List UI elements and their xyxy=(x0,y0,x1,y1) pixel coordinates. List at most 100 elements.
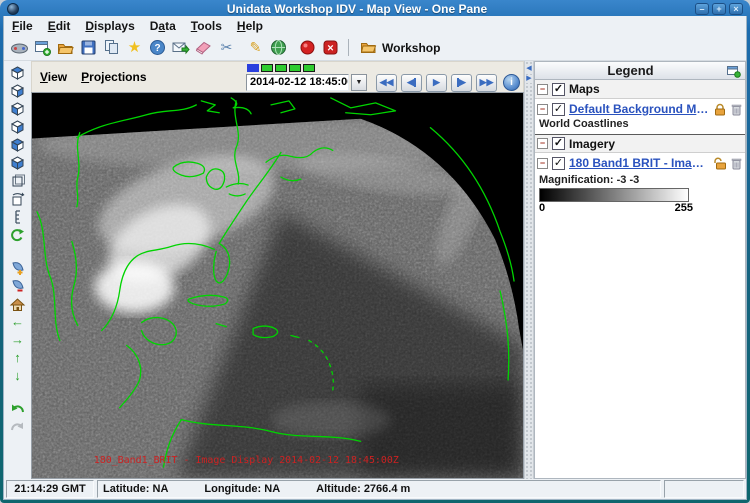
svg-text:×: × xyxy=(327,43,333,55)
support-mail-icon[interactable] xyxy=(170,37,191,58)
legend-title: Legend xyxy=(535,63,726,78)
maps-visibility-checkbox[interactable]: ✓ xyxy=(552,83,565,96)
step-forward-button[interactable]: ▶ xyxy=(451,74,472,92)
window-title: Unidata Workshop IDV - Map View - One Pa… xyxy=(19,2,695,16)
time-step[interactable] xyxy=(275,64,287,72)
main-toolbar: ★ ? ✂ ✎ × Workshop xyxy=(4,35,746,61)
magnification-label: Magnification: -3 -3 xyxy=(535,171,745,188)
perspective-view-icon[interactable] xyxy=(8,172,27,189)
step-back-button[interactable]: ◀ xyxy=(401,74,422,92)
menu-tools[interactable]: Tools xyxy=(191,19,222,33)
time-step[interactable] xyxy=(247,64,259,72)
menu-help[interactable]: Help xyxy=(237,19,263,33)
expand-legend-icon[interactable]: ▶ xyxy=(526,75,531,83)
default-maps-checkbox[interactable]: ✓ xyxy=(552,103,565,116)
rotate-view-icon[interactable] xyxy=(8,190,27,207)
eraser-icon[interactable] xyxy=(193,37,214,58)
float-legend-icon[interactable] xyxy=(726,64,742,78)
pan-left-icon[interactable]: ← xyxy=(8,313,27,330)
west-view-icon[interactable] xyxy=(8,154,27,171)
dashboard-icon[interactable] xyxy=(9,37,30,58)
svg-text:?: ? xyxy=(154,43,160,54)
imagery-visibility-checkbox[interactable]: ✓ xyxy=(552,137,565,150)
south-view-icon[interactable] xyxy=(8,136,27,153)
record-icon[interactable] xyxy=(297,37,318,58)
trash-icon[interactable] xyxy=(731,157,742,170)
grayscale-colorbar[interactable] xyxy=(539,188,689,202)
maximize-button[interactable]: + xyxy=(712,3,726,15)
east-view-icon[interactable] xyxy=(8,118,27,135)
legend-panel: Legend − ✓ Maps − ✓ Default Background M… xyxy=(534,61,746,479)
close-button[interactable]: × xyxy=(729,3,743,15)
maps-category-label: Maps xyxy=(569,82,600,96)
bottom-view-icon[interactable] xyxy=(8,82,27,99)
map-canvas[interactable]: 180_Band1_BRIT - Image Display 2014-02-1… xyxy=(31,92,524,479)
map-view-panel: View Projections 2014-02-12 18:45:00Z xyxy=(31,61,524,479)
favorites-star-icon[interactable]: ★ xyxy=(124,37,145,58)
undo-icon[interactable] xyxy=(8,400,27,417)
workshop-folder-icon xyxy=(360,40,377,55)
time-step[interactable] xyxy=(261,64,273,72)
menu-view[interactable]: View xyxy=(40,70,67,84)
band-visibility-checkbox[interactable]: ✓ xyxy=(552,157,565,170)
menu-displays[interactable]: Displays xyxy=(85,19,134,33)
time-select-value[interactable]: 2014-02-12 18:45:00Z xyxy=(246,74,349,91)
legend-splitter[interactable]: ◀ ▶ xyxy=(524,61,534,479)
world-coastlines-label: World Coastlines xyxy=(535,117,745,134)
new-window-icon[interactable] xyxy=(32,37,53,58)
animation-properties-button[interactable]: i xyxy=(503,74,520,91)
toolbar-separator xyxy=(348,39,349,56)
play-button[interactable]: ▶ xyxy=(426,74,447,92)
menu-file[interactable]: File xyxy=(12,19,33,33)
time-dropdown-arrow-icon[interactable]: ▼ xyxy=(351,74,367,91)
cut-icon[interactable]: ✂ xyxy=(216,37,237,58)
workshop-toolbar-group[interactable]: Workshop xyxy=(360,40,440,55)
pan-right-icon[interactable]: → xyxy=(8,331,27,348)
trash-icon[interactable] xyxy=(731,103,742,116)
status-spare-cell xyxy=(664,480,744,498)
altitude-readout: Altitude: 2766.4 m xyxy=(316,483,410,495)
fast-forward-button[interactable]: ▶▶ xyxy=(476,74,497,92)
home-view-icon[interactable] xyxy=(8,295,27,312)
collapse-band-button[interactable]: − xyxy=(537,158,548,169)
menu-data[interactable]: Data xyxy=(150,19,176,33)
minimize-button[interactable]: – xyxy=(695,3,709,15)
north-view-icon[interactable] xyxy=(8,100,27,117)
titlebar[interactable]: Unidata Workshop IDV - Map View - One Pa… xyxy=(3,0,747,16)
top-view-icon[interactable] xyxy=(8,64,27,81)
collapse-default-maps-button[interactable]: − xyxy=(537,104,548,115)
lock-closed-icon[interactable] xyxy=(713,103,727,116)
workshop-label: Workshop xyxy=(382,41,440,55)
redo-icon[interactable] xyxy=(8,418,27,435)
collapse-imagery-button[interactable]: − xyxy=(537,138,548,149)
default-maps-link[interactable]: Default Background Maps xyxy=(569,102,709,116)
status-bar: 21:14:29 GMT Latitude: NA Longitude: NA … xyxy=(4,479,746,499)
zoom-out-icon[interactable] xyxy=(8,277,27,294)
vertical-scale-icon[interactable] xyxy=(8,208,27,225)
collapse-maps-button[interactable]: − xyxy=(537,84,548,95)
time-step-boxes[interactable] xyxy=(247,64,315,72)
collapse-legend-icon[interactable]: ◀ xyxy=(526,65,531,73)
time-step[interactable] xyxy=(289,64,301,72)
edit-pencil-icon[interactable]: ✎ xyxy=(245,37,266,58)
band-display-link[interactable]: 180 Band1 BRIT - Image... xyxy=(569,156,709,170)
pan-up-icon[interactable]: ↑ xyxy=(8,349,27,366)
menu-projections[interactable]: Projections xyxy=(81,70,146,84)
longitude-readout: Longitude: NA xyxy=(204,483,280,495)
help-icon[interactable]: ? xyxy=(147,37,168,58)
globe-icon[interactable] xyxy=(268,37,289,58)
open-folder-icon[interactable] xyxy=(55,37,76,58)
save-icon[interactable] xyxy=(78,37,99,58)
auto-rotate-icon[interactable] xyxy=(8,226,27,243)
copy-icon[interactable] xyxy=(101,37,122,58)
menu-edit[interactable]: Edit xyxy=(48,19,71,33)
exit-icon[interactable]: × xyxy=(320,37,341,58)
pan-down-icon[interactable]: ↓ xyxy=(8,367,27,384)
zoom-in-icon[interactable] xyxy=(8,259,27,276)
time-step[interactable] xyxy=(303,64,315,72)
rewind-button[interactable]: ◀◀ xyxy=(376,74,397,92)
clock-display: 21:14:29 GMT xyxy=(6,480,94,498)
lock-open-icon[interactable] xyxy=(713,157,727,170)
idv-window: Unidata Workshop IDV - Map View - One Pa… xyxy=(0,0,750,503)
colorbar-max-label: 255 xyxy=(675,202,693,214)
